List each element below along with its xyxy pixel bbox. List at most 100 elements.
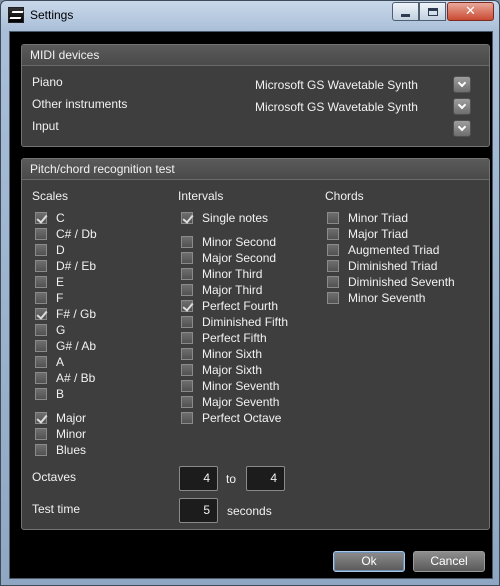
- chord-checkbox[interactable]: Major Triad: [327, 226, 408, 242]
- scale-note-checkbox[interactable]: C# / Db: [35, 226, 97, 242]
- checkbox-box[interactable]: [35, 292, 47, 304]
- checkbox-box[interactable]: [35, 276, 47, 288]
- checkbox-box[interactable]: [35, 324, 47, 336]
- checkbox-box[interactable]: [35, 412, 47, 424]
- scale-note-checkbox[interactable]: B: [35, 386, 64, 402]
- window-title: Settings: [30, 8, 74, 22]
- interval-label: Minor Seventh: [202, 379, 280, 393]
- scale-note-checkbox[interactable]: C: [35, 210, 65, 226]
- interval-checkbox[interactable]: Major Second: [181, 250, 276, 266]
- scale-mode-checkbox[interactable]: Major: [35, 410, 86, 426]
- checkbox-box[interactable]: [327, 276, 339, 288]
- interval-checkbox[interactable]: Minor Seventh: [181, 378, 279, 394]
- interval-checkbox[interactable]: Major Seventh: [181, 394, 279, 410]
- chevron-down-icon: [457, 78, 467, 87]
- scale-note-checkbox[interactable]: F: [35, 290, 63, 306]
- interval-checkbox[interactable]: Minor Sixth: [181, 346, 262, 362]
- checkbox-box[interactable]: [181, 380, 193, 392]
- checkbox-box[interactable]: [181, 316, 193, 328]
- close-icon: ✕: [465, 4, 476, 19]
- interval-checkbox[interactable]: Perfect Fifth: [181, 330, 267, 346]
- cancel-button[interactable]: Cancel: [413, 551, 485, 572]
- scale-note-checkbox[interactable]: E: [35, 274, 64, 290]
- chord-checkbox[interactable]: Augmented Triad: [327, 242, 439, 258]
- checkbox-box[interactable]: [35, 212, 47, 224]
- checkbox-box[interactable]: [181, 252, 193, 264]
- checkbox-box[interactable]: [181, 348, 193, 360]
- checkbox-box[interactable]: [35, 388, 47, 400]
- piano-label: Piano: [32, 75, 63, 89]
- minimize-button[interactable]: [392, 2, 419, 21]
- scale-mode-checkbox[interactable]: Blues: [35, 442, 86, 458]
- single-notes-label: Single notes: [202, 211, 269, 225]
- octaves-to-input[interactable]: 4: [246, 466, 285, 491]
- scale-note-label: D: [56, 243, 65, 257]
- other-instruments-device-select[interactable]: Microsoft GS Wavetable Synth: [255, 100, 418, 114]
- settings-window: Settings ✕ MIDI devices Piano Other inst…: [0, 0, 500, 586]
- piano-device-select[interactable]: Microsoft GS Wavetable Synth: [255, 78, 418, 92]
- maximize-button[interactable]: [419, 2, 446, 21]
- interval-label: Diminished Fifth: [202, 315, 289, 329]
- other-instruments-dropdown-button[interactable]: [453, 98, 471, 115]
- scale-note-checkbox[interactable]: G# / Ab: [35, 338, 96, 354]
- checkbox-box[interactable]: [35, 308, 47, 320]
- interval-label: Perfect Fifth: [202, 331, 267, 345]
- scale-note-checkbox[interactable]: G: [35, 322, 65, 338]
- checkbox-box[interactable]: [181, 284, 193, 296]
- chord-label: Major Triad: [348, 227, 409, 241]
- intervals-heading: Intervals: [178, 189, 224, 203]
- checkbox-box[interactable]: [35, 428, 47, 440]
- input-dropdown-button[interactable]: [453, 120, 471, 137]
- checkbox-box[interactable]: [35, 356, 47, 368]
- chord-checkbox[interactable]: Minor Seventh: [327, 290, 425, 306]
- test-time-input[interactable]: 5: [179, 498, 218, 523]
- interval-label: Perfect Fourth: [202, 299, 279, 313]
- checkbox-box[interactable]: [181, 236, 193, 248]
- checkbox-box[interactable]: [35, 228, 47, 240]
- dialog-body: MIDI devices Piano Other instruments Inp…: [9, 31, 493, 579]
- interval-label: Minor Second: [202, 235, 277, 249]
- piano-dropdown-button[interactable]: [453, 76, 471, 93]
- checkbox-box[interactable]: [35, 340, 47, 352]
- interval-checkbox[interactable]: Minor Third: [181, 266, 262, 282]
- checkbox-box[interactable]: [181, 396, 193, 408]
- chord-checkbox[interactable]: Minor Triad: [327, 210, 408, 226]
- checkbox-box[interactable]: [327, 228, 339, 240]
- scale-note-checkbox[interactable]: D# / Eb: [35, 258, 96, 274]
- interval-checkbox[interactable]: Major Sixth: [181, 362, 262, 378]
- checkbox-box[interactable]: [181, 268, 193, 280]
- checkbox-box[interactable]: [35, 372, 47, 384]
- title-bar[interactable]: Settings ✕: [1, 1, 499, 31]
- checkbox-box[interactable]: [181, 364, 193, 376]
- single-notes-checkbox[interactable]: Single notes: [181, 210, 268, 226]
- maximize-icon: [427, 7, 438, 16]
- checkbox-box[interactable]: [35, 260, 47, 272]
- checkbox-box[interactable]: [35, 244, 47, 256]
- checkbox-box[interactable]: [181, 412, 193, 424]
- chord-checkbox[interactable]: Diminished Seventh: [327, 274, 455, 290]
- scale-mode-label: Minor: [56, 427, 87, 441]
- scale-mode-checkbox[interactable]: Minor: [35, 426, 86, 442]
- scale-mode-label: Blues: [56, 443, 87, 457]
- scale-note-checkbox[interactable]: D: [35, 242, 65, 258]
- checkbox-box[interactable]: [181, 212, 193, 224]
- interval-checkbox[interactable]: Perfect Fourth: [181, 298, 278, 314]
- octaves-from-input[interactable]: 4: [179, 466, 218, 491]
- scale-note-checkbox[interactable]: F# / Gb: [35, 306, 96, 322]
- checkbox-box[interactable]: [181, 332, 193, 344]
- ok-button[interactable]: Ok: [333, 551, 405, 572]
- checkbox-box[interactable]: [181, 300, 193, 312]
- chord-checkbox[interactable]: Diminished Triad: [327, 258, 437, 274]
- interval-checkbox[interactable]: Diminished Fifth: [181, 314, 288, 330]
- interval-checkbox[interactable]: Major Third: [181, 282, 262, 298]
- interval-checkbox[interactable]: Perfect Octave: [181, 410, 281, 426]
- interval-checkbox[interactable]: Minor Second: [181, 234, 276, 250]
- checkbox-box[interactable]: [327, 260, 339, 272]
- checkbox-box[interactable]: [327, 244, 339, 256]
- checkbox-box[interactable]: [35, 444, 47, 456]
- close-button[interactable]: ✕: [447, 2, 494, 21]
- scale-note-checkbox[interactable]: A: [35, 354, 64, 370]
- checkbox-box[interactable]: [327, 212, 339, 224]
- scale-note-checkbox[interactable]: A# / Bb: [35, 370, 95, 386]
- checkbox-box[interactable]: [327, 292, 339, 304]
